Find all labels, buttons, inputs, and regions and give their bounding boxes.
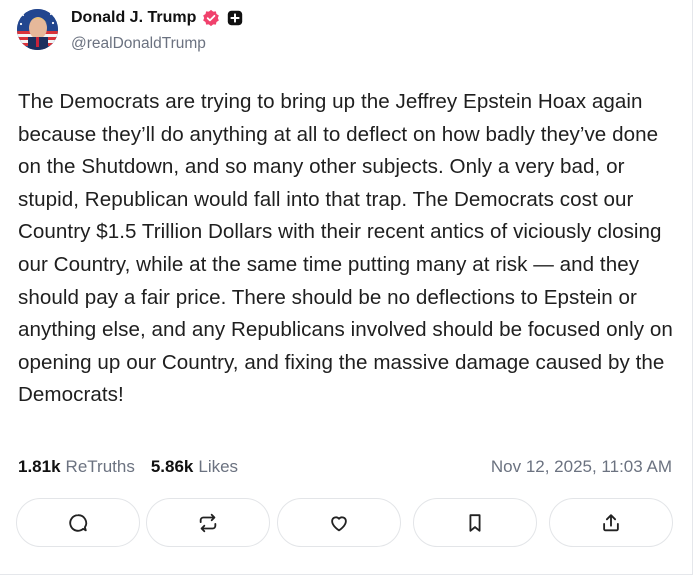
share-icon xyxy=(603,513,619,531)
likes-label: Likes xyxy=(198,457,239,476)
likes-count: 5.86k xyxy=(150,457,194,476)
post-stats: 1.81k ReTruths 5.86k Likes Nov 12, 2025,… xyxy=(18,456,672,478)
retruths-count: 1.81k xyxy=(18,457,61,476)
likes-stat[interactable]: 5.86k Likes xyxy=(151,457,238,477)
retruths-label: ReTruths xyxy=(65,457,135,476)
retruth-button[interactable] xyxy=(146,498,270,547)
retruths-stat[interactable]: 1.81k ReTruths xyxy=(18,457,135,477)
author-display-name[interactable]: Donald J. Trump xyxy=(71,9,196,27)
author-handle[interactable]: @realDonaldTrump xyxy=(71,35,206,53)
avatar-flag-image xyxy=(17,9,58,50)
reply-button[interactable] xyxy=(16,498,140,547)
action-bar xyxy=(16,498,676,550)
bookmark-icon xyxy=(469,513,481,532)
post-card: Donald J. Trump @realDonaldTrump The Dem… xyxy=(0,0,693,575)
post-timestamp[interactable]: Nov 12, 2025, 11:03 AM xyxy=(491,457,672,477)
like-button[interactable] xyxy=(277,498,401,547)
reply-icon xyxy=(69,513,88,532)
avatar[interactable] xyxy=(17,9,58,50)
plus-badge-icon xyxy=(226,9,244,27)
bookmark-button[interactable] xyxy=(413,498,537,547)
retruth-icon xyxy=(199,513,217,532)
verified-badge-icon xyxy=(202,9,220,27)
like-icon xyxy=(331,515,347,531)
post-text: The Democrats are trying to bring up the… xyxy=(18,90,673,407)
author-name-row: Donald J. Trump xyxy=(71,8,244,28)
share-button[interactable] xyxy=(549,498,673,547)
